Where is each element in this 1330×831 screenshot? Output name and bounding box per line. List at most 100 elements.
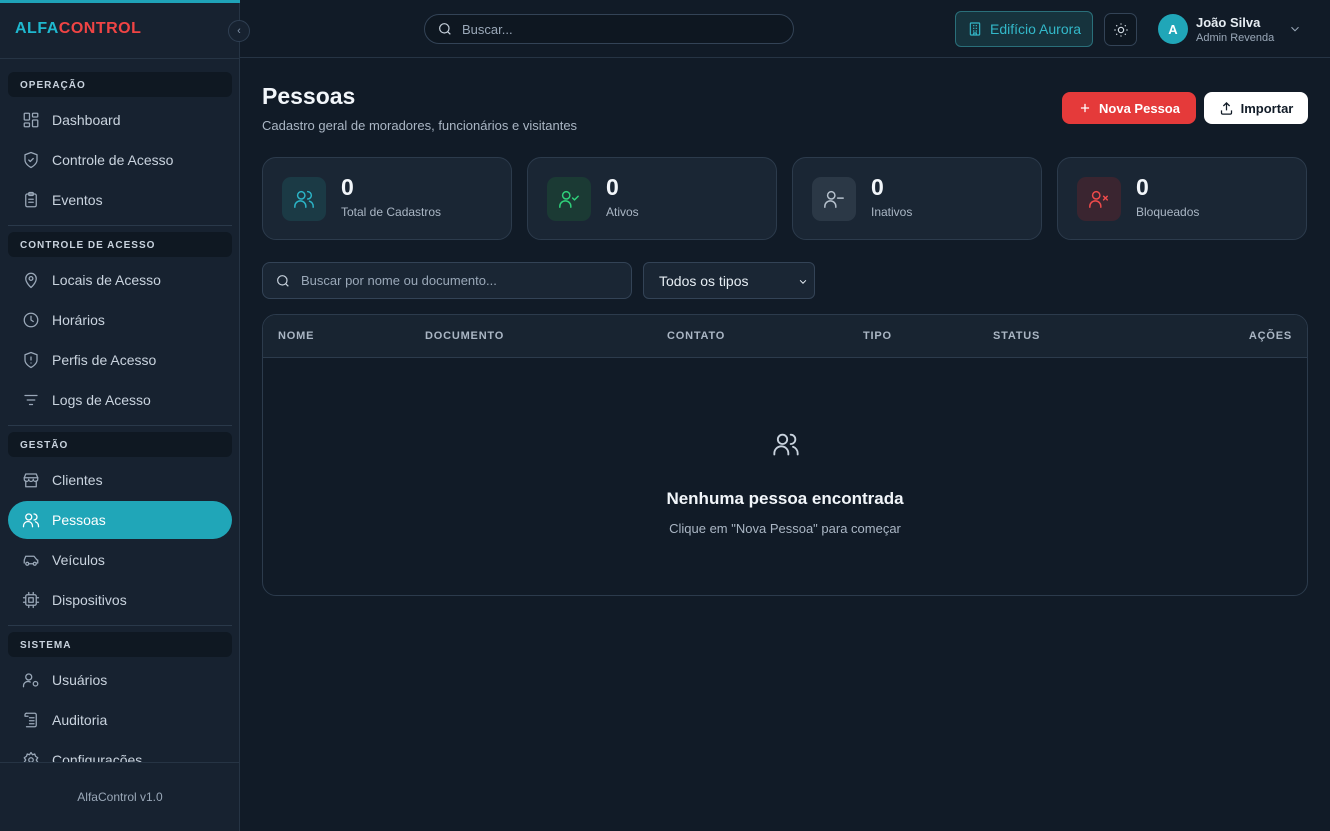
user-name: João Silva xyxy=(1196,14,1261,30)
column-header-status[interactable]: STATUS xyxy=(993,330,1040,342)
empty-state-subtitle: Clique em "Nova Pessoa" para começar xyxy=(669,521,901,536)
sidebar-item-controle-de-acesso[interactable]: Controle de Acesso xyxy=(8,141,232,179)
sidebar-item-dashboard[interactable]: Dashboard xyxy=(8,101,232,139)
column-header-contato[interactable]: CONTATO xyxy=(667,330,725,342)
sidebar-item-label: Horários xyxy=(52,312,105,328)
map-pin-icon xyxy=(25,272,37,289)
empty-state-title: Nenhuma pessoa encontrada xyxy=(666,489,904,508)
sidebar-item-label: Clientes xyxy=(52,472,103,488)
new-person-button[interactable]: Nova Pessoa xyxy=(1062,92,1196,124)
log-icon xyxy=(24,712,37,728)
sidebar-item-locais-de-acesso[interactable]: Locais de Acesso xyxy=(8,261,232,299)
cpu-icon xyxy=(22,591,40,609)
shield-alert-icon xyxy=(24,351,38,369)
new-person-label: Nova Pessoa xyxy=(1099,100,1180,116)
column-header-nome[interactable]: NOME xyxy=(278,330,314,342)
users-icon xyxy=(773,433,799,456)
stat-card-bloqueados: 0 Bloqueados xyxy=(1057,157,1307,240)
sidebar-item-horarios[interactable]: Horários xyxy=(8,301,232,339)
search-icon xyxy=(277,274,289,287)
sidebar-item-label: Controle de Acesso xyxy=(52,152,174,168)
user-x-icon xyxy=(1089,190,1108,208)
theme-toggle-button[interactable] xyxy=(1104,13,1137,46)
sidebar-item-veiculos[interactable]: Veículos xyxy=(8,541,232,579)
stat-label: Ativos xyxy=(606,205,639,219)
column-header-acoes: AÇÕES xyxy=(1248,330,1292,342)
sidebar-item-dispositivos[interactable]: Dispositivos xyxy=(8,581,232,619)
user-info: João Silva Admin Revenda xyxy=(1196,15,1274,44)
collapse-sidebar-button[interactable]: ‹ xyxy=(228,20,250,42)
person-search-input[interactable] xyxy=(301,273,621,288)
column-header-documento[interactable]: DOCUMENTO xyxy=(425,330,504,342)
user-cog-icon xyxy=(22,673,39,688)
divider xyxy=(0,58,240,59)
sidebar-item-usuarios[interactable]: Usuários xyxy=(8,661,232,699)
chevron-down-icon xyxy=(1291,26,1300,32)
sidebar-item-logs-de-acesso[interactable]: Logs de Acesso xyxy=(8,381,232,419)
sidebar-item-configuracoes[interactable]: Configurações xyxy=(8,741,232,762)
logo-alfa: ALFA xyxy=(15,20,59,37)
type-filter-select[interactable]: Todos os tipos xyxy=(643,262,815,299)
global-search[interactable] xyxy=(424,14,794,44)
divider xyxy=(8,225,232,226)
user-minus-icon xyxy=(824,190,844,208)
sidebar-item-clientes[interactable]: Clientes xyxy=(8,461,232,499)
building-icon xyxy=(969,22,981,36)
people-table: NOME DOCUMENTO CONTATO TIPO STATUS AÇÕES… xyxy=(262,314,1308,596)
stat-label: Inativos xyxy=(871,205,913,219)
stat-icon-box xyxy=(547,177,591,221)
users-icon xyxy=(294,190,314,208)
stat-label: Total de Cadastros xyxy=(341,205,442,219)
table-header: NOME DOCUMENTO CONTATO TIPO STATUS AÇÕES xyxy=(263,315,1307,358)
dashboard-icon xyxy=(23,112,39,128)
sidebar-item-perfis-de-acesso[interactable]: Perfis de Acesso xyxy=(8,341,232,379)
stat-label: Bloqueados xyxy=(1136,205,1200,219)
sidebar-item-label: Usuários xyxy=(52,672,108,688)
sidebar-item-pessoas[interactable]: Pessoas xyxy=(8,501,232,539)
column-header-tipo[interactable]: TIPO xyxy=(863,330,892,342)
sidebar-item-label: Pessoas xyxy=(52,512,106,528)
page-title: Pessoas xyxy=(262,83,356,109)
stat-value: 0 xyxy=(606,174,619,200)
user-role: Admin Revenda xyxy=(1196,31,1275,44)
stat-value: 0 xyxy=(871,174,884,200)
sidebar-item-label: Locais de Acesso xyxy=(52,272,161,288)
clipboard-icon xyxy=(25,191,37,208)
section-label-operacao: OPERAÇÃO xyxy=(8,72,232,97)
sun-icon xyxy=(1113,22,1128,37)
import-label: Importar xyxy=(1240,100,1294,116)
stat-icon-box xyxy=(282,177,326,221)
building-selector-button[interactable]: Edifício Aurora xyxy=(955,11,1093,47)
users-icon xyxy=(22,513,40,528)
sidebar-nav: OPERAÇÃO Dashboard Controle de Acesso Ev… xyxy=(0,72,240,762)
import-button[interactable]: Importar xyxy=(1204,92,1308,124)
sidebar-item-label: Logs de Acesso xyxy=(52,392,151,408)
building-name: Edifício Aurora xyxy=(990,21,1082,37)
clock-icon xyxy=(23,312,39,328)
avatar: A xyxy=(1158,14,1188,44)
divider xyxy=(8,625,232,626)
chevron-left-icon: ‹ xyxy=(237,25,241,37)
global-search-input[interactable] xyxy=(462,21,762,37)
sidebar: ALFACONTROL OPERAÇÃO Dashboard Controle … xyxy=(0,0,240,831)
filter-icon xyxy=(24,394,38,406)
logo-control: CONTROL xyxy=(58,20,142,37)
user-menu[interactable]: A João Silva Admin Revenda xyxy=(1158,12,1302,46)
divider xyxy=(8,425,232,426)
person-search[interactable] xyxy=(262,262,632,299)
stat-value: 0 xyxy=(1136,174,1149,200)
stat-card-total: 0 Total de Cadastros xyxy=(262,157,512,240)
stat-icon-box xyxy=(1077,177,1121,221)
section-label-sistema: SISTEMA xyxy=(8,632,232,657)
stat-card-inativos: 0 Inativos xyxy=(792,157,1042,240)
sidebar-accent-line xyxy=(0,0,240,3)
brand-logo[interactable]: ALFACONTROL xyxy=(15,20,141,38)
sidebar-item-label: Dashboard xyxy=(52,112,121,128)
sidebar-item-label: Perfis de Acesso xyxy=(52,352,157,368)
type-filter-value: Todos os tipos xyxy=(659,272,749,289)
sidebar-item-eventos[interactable]: Eventos xyxy=(8,181,232,219)
search-icon xyxy=(439,23,451,35)
divider xyxy=(0,762,240,763)
sidebar-item-auditoria[interactable]: Auditoria xyxy=(8,701,232,739)
stat-value: 0 xyxy=(341,174,354,200)
